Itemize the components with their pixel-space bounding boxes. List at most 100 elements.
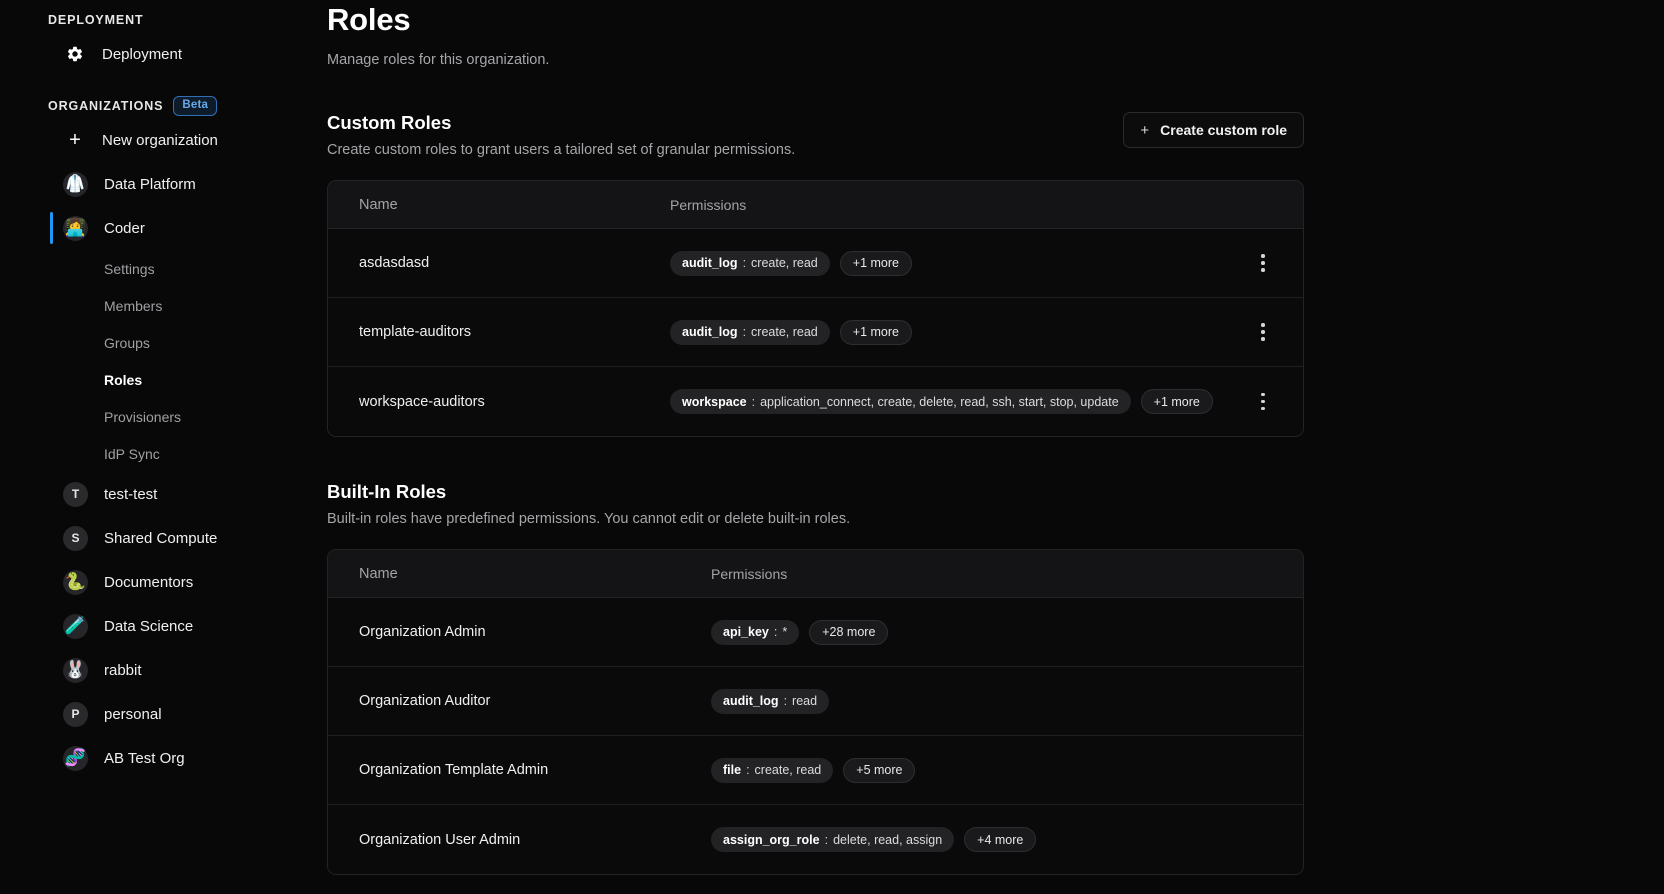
row-menu-icon[interactable] xyxy=(1250,389,1276,415)
table-row[interactable]: template-auditors audit_log : create, re… xyxy=(328,298,1303,367)
gear-icon xyxy=(64,43,86,65)
role-permissions: file : create, read +5 more xyxy=(711,757,916,783)
permission-more-badge[interactable]: +1 more xyxy=(839,250,912,276)
permission-more-badge[interactable]: +1 more xyxy=(1140,389,1213,414)
org-avatar-icon: S xyxy=(63,525,88,551)
role-name: Organization Auditor xyxy=(359,693,491,709)
role-permissions: assign_org_role : delete, read, assign +… xyxy=(711,827,1037,852)
custom-roles-header: Custom Roles Create custom roles to gran… xyxy=(327,112,1304,158)
sidebar-item-org-documentors[interactable]: 🐍 Documentors xyxy=(0,560,327,604)
sidebar-subitem-idp-sync-label: IdP Sync xyxy=(104,445,160,462)
permission-actions: create, read xyxy=(751,325,818,339)
sidebar-item-org-ab-test-org[interactable]: 🧬 AB Test Org xyxy=(0,736,327,780)
permission-actions: * xyxy=(782,625,788,639)
sidebar-item-new-organization[interactable]: + New organization xyxy=(0,118,327,162)
table-row[interactable]: Organization Admin api_key : * +28 more xyxy=(328,598,1303,667)
permission-badge: workspace : application_connect, create,… xyxy=(670,389,1131,414)
permission-separator: : xyxy=(773,625,778,639)
permission-badge: audit_log : create, read xyxy=(670,319,830,345)
page-subtitle: Manage roles for this organization. xyxy=(327,52,550,68)
org-avatar-icon: 🧪 xyxy=(63,613,88,639)
row-menu-icon[interactable] xyxy=(1250,319,1276,345)
beta-badge: Beta xyxy=(173,96,218,116)
permission-actions: create, read xyxy=(754,763,822,777)
sidebar-subitem-groups-label: Groups xyxy=(104,334,150,351)
builtin-roles-title: Built-In Roles xyxy=(327,481,447,502)
sidebar-subitem-roles[interactable]: Roles xyxy=(0,361,327,398)
table-row[interactable]: Organization Template Admin file : creat… xyxy=(328,736,1303,805)
main-content: Roles Manage roles for this organization… xyxy=(327,0,1664,894)
row-menu-icon[interactable] xyxy=(1250,250,1276,276)
permission-badge: file : create, read xyxy=(711,757,834,783)
table-row[interactable]: asdasdasd audit_log : create, read +1 mo… xyxy=(328,229,1303,298)
builtin-roles-table: Name Permissions Organization Admin api_… xyxy=(327,549,1304,875)
sidebar-subitem-provisioners[interactable]: Provisioners xyxy=(0,398,327,435)
permission-resource: assign_org_role xyxy=(723,832,820,847)
sidebar-item-org-data-platform[interactable]: 🥼 Data Platform xyxy=(0,162,327,206)
sidebar-item-org-shared-compute[interactable]: S Shared Compute xyxy=(0,516,327,560)
org-avatar-icon: 🐍 xyxy=(63,569,88,595)
sidebar-item-org-data-science-label: Data Science xyxy=(104,617,194,635)
sidebar-item-deployment[interactable]: Deployment xyxy=(0,32,327,76)
plus-icon: + xyxy=(69,129,81,151)
role-permissions: audit_log : create, read +1 more xyxy=(670,250,912,276)
sidebar-item-org-data-science[interactable]: 🧪 Data Science xyxy=(0,604,327,648)
sidebar-item-org-coder-label: Coder xyxy=(104,219,145,237)
sidebar-item-deployment-label: Deployment xyxy=(102,45,183,63)
permission-badge: assign_org_role : delete, read, assign xyxy=(711,827,955,852)
permission-separator: : xyxy=(783,694,788,708)
column-header-permissions: Permissions xyxy=(670,196,747,213)
sidebar-item-org-test-test[interactable]: T test-test xyxy=(0,472,327,516)
permission-actions: create, read xyxy=(751,256,818,270)
permission-separator: : xyxy=(746,763,750,777)
row-actions xyxy=(1250,250,1303,276)
sidebar: DEPLOYMENT Deployment ORGANIZATIONS Beta… xyxy=(0,0,327,894)
permission-actions: application_connect, create, delete, rea… xyxy=(760,394,1119,409)
org-avatar-icon: 🐰 xyxy=(63,657,88,683)
sidebar-item-org-ab-test-org-label: AB Test Org xyxy=(104,749,185,767)
org-avatar-icon: T xyxy=(63,481,88,507)
sidebar-subitem-members[interactable]: Members xyxy=(0,287,327,324)
sidebar-subitem-settings[interactable]: Settings xyxy=(0,250,327,287)
sidebar-subitem-groups[interactable]: Groups xyxy=(0,324,327,361)
permission-badge: audit_log : create, read xyxy=(670,250,830,276)
role-name: workspace-auditors xyxy=(359,393,485,410)
sidebar-subitem-idp-sync[interactable]: IdP Sync xyxy=(0,435,327,472)
permission-more-badge[interactable]: +5 more xyxy=(843,757,916,783)
sidebar-item-org-personal-label: personal xyxy=(104,705,162,723)
table-row[interactable]: Organization Auditor audit_log : read xyxy=(328,667,1303,736)
org-avatar-icon: 🧬 xyxy=(63,745,88,771)
sidebar-item-org-data-platform-label: Data Platform xyxy=(104,175,196,193)
sidebar-item-new-organization-label: New organization xyxy=(102,131,218,149)
permission-badge: api_key : * xyxy=(711,619,800,645)
sidebar-subitem-members-label: Members xyxy=(104,297,163,314)
app-root: DEPLOYMENT Deployment ORGANIZATIONS Beta… xyxy=(0,0,1664,894)
create-custom-role-button[interactable]: + Create custom role xyxy=(1123,112,1304,148)
permission-more-badge[interactable]: +1 more xyxy=(839,319,912,345)
role-name: Organization User Admin xyxy=(359,831,521,848)
table-row[interactable]: workspace-auditors workspace : applicati… xyxy=(328,367,1303,436)
sidebar-item-org-rabbit[interactable]: 🐰 rabbit xyxy=(0,648,327,692)
sidebar-subitem-provisioners-label: Provisioners xyxy=(104,408,182,425)
permission-actions: read xyxy=(792,694,818,708)
sidebar-subitem-settings-label: Settings xyxy=(104,260,155,277)
role-permissions: api_key : * +28 more xyxy=(711,619,889,645)
permission-more-badge[interactable]: +4 more xyxy=(964,827,1037,852)
custom-roles-description: Create custom roles to grant users a tai… xyxy=(327,142,796,158)
table-row[interactable]: Organization User Admin assign_org_role … xyxy=(328,805,1303,874)
sidebar-item-org-personal[interactable]: P personal xyxy=(0,692,327,736)
sidebar-item-org-test-test-label: test-test xyxy=(104,485,158,503)
sidebar-section-organizations: ORGANIZATIONS Beta xyxy=(0,94,327,118)
permission-resource: audit_log xyxy=(682,325,738,339)
role-permissions: workspace : application_connect, create,… xyxy=(670,389,1213,414)
permission-resource: audit_log xyxy=(723,694,779,708)
page-title: Roles xyxy=(327,2,411,37)
role-name: Organization Admin xyxy=(359,624,486,640)
permission-separator: : xyxy=(742,256,747,270)
sidebar-item-org-coder[interactable]: 👩‍💻 Coder xyxy=(0,206,327,250)
column-header-name: Name xyxy=(359,565,398,582)
permission-more-badge[interactable]: +28 more xyxy=(809,619,889,645)
sidebar-section-organizations-label: ORGANIZATIONS xyxy=(48,99,164,113)
sidebar-section-deployment: DEPLOYMENT xyxy=(0,8,327,32)
sidebar-item-org-rabbit-label: rabbit xyxy=(104,661,142,679)
